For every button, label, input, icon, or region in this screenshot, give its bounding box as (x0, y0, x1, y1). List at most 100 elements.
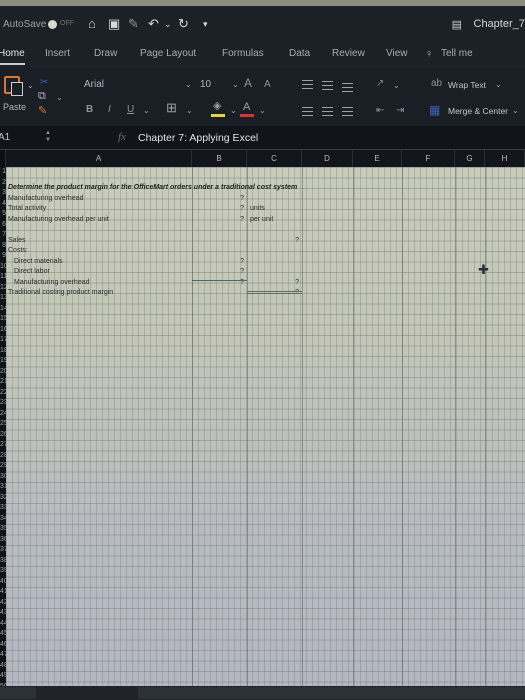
fx-icon[interactable]: fx (118, 131, 126, 143)
undo-icon[interactable]: ↶ (148, 16, 159, 32)
value-cell-d[interactable] (247, 204, 299, 215)
customize-toolbar-icon[interactable]: ▾ (203, 16, 208, 32)
name-box[interactable]: A1 (0, 132, 10, 143)
value-cell-b[interactable]: ? (192, 257, 244, 268)
decrease-font-size-button[interactable]: A (264, 79, 271, 91)
borders-icon[interactable]: ⊞ (166, 101, 177, 114)
tab-insert[interactable]: Insert (45, 48, 70, 59)
value-cell-b[interactable] (192, 236, 244, 247)
sheet-title-cell[interactable]: Determine the product margin for the Off… (8, 183, 297, 194)
tell-me-search[interactable]: Tell me (441, 48, 473, 59)
value-cell-d[interactable]: ? (247, 236, 299, 247)
column-divider (455, 167, 456, 686)
value-cell-b[interactable]: ? (192, 194, 244, 205)
column-header-b[interactable]: B (192, 150, 247, 167)
copy-dropdown-icon[interactable]: ⌄ (56, 92, 63, 104)
value-cell-d[interactable] (247, 225, 299, 236)
italic-button[interactable]: I (108, 104, 111, 116)
row-label-cell[interactable]: Total activity (8, 204, 46, 215)
align-top-icon[interactable] (302, 80, 313, 89)
merge-center-dropdown-icon[interactable]: ⌄ (512, 105, 519, 117)
tab-review[interactable]: Review (332, 48, 365, 59)
column-header-f[interactable]: F (402, 150, 455, 167)
document-title: Chapter_7_ (473, 18, 525, 30)
value-cell-d[interactable] (247, 194, 299, 205)
font-color-button[interactable]: A (243, 101, 250, 113)
column-header-d[interactable]: D (302, 150, 353, 167)
font-name-select[interactable]: Arial (84, 79, 104, 91)
orientation-icon[interactable]: ↗ (376, 78, 384, 90)
align-center-icon[interactable] (322, 107, 333, 116)
format-painter-icon[interactable]: ✎ (38, 105, 47, 117)
sheet-tab[interactable] (0, 687, 36, 699)
bold-button[interactable]: B (86, 104, 93, 116)
tab-view[interactable]: View (386, 48, 408, 59)
underline-dropdown-icon[interactable]: ⌄ (143, 105, 150, 117)
merge-center-button[interactable]: Merge & Center (448, 105, 508, 117)
row-label-cell[interactable]: Traditional costing product margin (8, 288, 113, 299)
horizontal-scrollbar[interactable] (138, 687, 525, 699)
value-cell-b[interactable] (192, 246, 244, 257)
redo-icon[interactable]: ↻ (178, 16, 189, 32)
wrap-text-dropdown-icon[interactable]: ⌄ (495, 79, 502, 91)
column-header-e[interactable]: E (353, 150, 402, 167)
column-header-g[interactable]: G (455, 150, 485, 167)
align-bottom-icon[interactable] (342, 83, 353, 92)
value-cell-d[interactable] (247, 215, 299, 226)
orientation-dropdown-icon[interactable]: ⌄ (393, 80, 400, 92)
row-label-cell[interactable]: Sales (8, 236, 26, 247)
copy-icon[interactable]: ⧉ (38, 90, 46, 102)
tab-data[interactable]: Data (289, 48, 310, 59)
column-header-c[interactable]: C (247, 150, 302, 167)
value-cell-b[interactable] (192, 288, 244, 299)
align-middle-icon[interactable] (322, 81, 333, 90)
cut-icon[interactable]: ✂ (40, 77, 48, 89)
tab-draw[interactable]: Draw (94, 48, 117, 59)
paste-label[interactable]: Paste (3, 101, 26, 113)
row-label-cell[interactable]: Manufacturing overhead (8, 194, 84, 205)
column-header-a[interactable]: A (6, 150, 192, 167)
align-left-icon[interactable] (302, 107, 313, 116)
paste-dropdown-icon[interactable]: ⌄ (27, 80, 34, 92)
save-icon[interactable]: ▣ (108, 16, 120, 32)
column-header-h[interactable]: H (485, 150, 525, 167)
value-cell-d[interactable] (247, 257, 299, 268)
row-label-cell[interactable]: Direct materials (14, 257, 63, 268)
name-box-stepper-icon[interactable]: ▲ ▼ (45, 130, 51, 144)
align-right-icon[interactable] (342, 107, 353, 116)
fill-color-dropdown-icon[interactable]: ⌄ (230, 105, 237, 117)
underline-button[interactable]: U (127, 104, 134, 116)
fill-color-icon[interactable]: ◈ (213, 100, 221, 112)
value-cell-b[interactable]: ? (192, 267, 244, 278)
font-name-dropdown-icon[interactable]: ⌄ (185, 79, 192, 91)
formula-input[interactable]: Chapter 7: Applying Excel (138, 132, 258, 144)
value-cell-d[interactable]: ? (247, 278, 299, 289)
paste-icon[interactable] (4, 76, 23, 96)
value-cell-b[interactable]: ? (192, 204, 244, 215)
increase-font-size-button[interactable]: A (244, 77, 252, 89)
value-cell-b[interactable]: ? (192, 215, 244, 226)
row-label-cell[interactable]: Direct labor (14, 267, 50, 278)
decrease-indent-icon[interactable]: ⇤ (376, 105, 384, 117)
home-icon[interactable]: ⌂ (88, 16, 96, 32)
tab-home[interactable]: Home (0, 48, 25, 65)
row-label-cell[interactable]: Costs: (8, 246, 28, 257)
font-size-select[interactable]: 10 (200, 79, 211, 91)
value-cell-d[interactable] (247, 267, 299, 278)
autosave-toggle[interactable] (48, 20, 57, 29)
font-color-dropdown-icon[interactable]: ⌄ (259, 105, 266, 117)
worksheet-grid[interactable]: Determine the product margin for the Off… (6, 167, 525, 686)
value-cell-b[interactable] (192, 225, 244, 236)
font-size-dropdown-icon[interactable]: ⌄ (232, 79, 239, 91)
row-label-cell[interactable]: Manufacturing overhead (14, 278, 90, 289)
tab-formulas[interactable]: Formulas (222, 48, 264, 59)
tab-page-layout[interactable]: Page Layout (140, 48, 196, 59)
value-cell-d[interactable] (247, 246, 299, 257)
row-label-cell[interactable]: Manufacturing overhead per unit (8, 215, 109, 226)
increase-indent-icon[interactable]: ⇥ (396, 105, 404, 117)
undo-dropdown-icon[interactable]: ⌄ (164, 16, 172, 32)
edit-icon[interactable]: ✎ (128, 16, 139, 32)
wrap-text-button[interactable]: Wrap Text (448, 79, 486, 91)
borders-dropdown-icon[interactable]: ⌄ (186, 105, 193, 117)
cell-border-bottom (192, 280, 247, 281)
